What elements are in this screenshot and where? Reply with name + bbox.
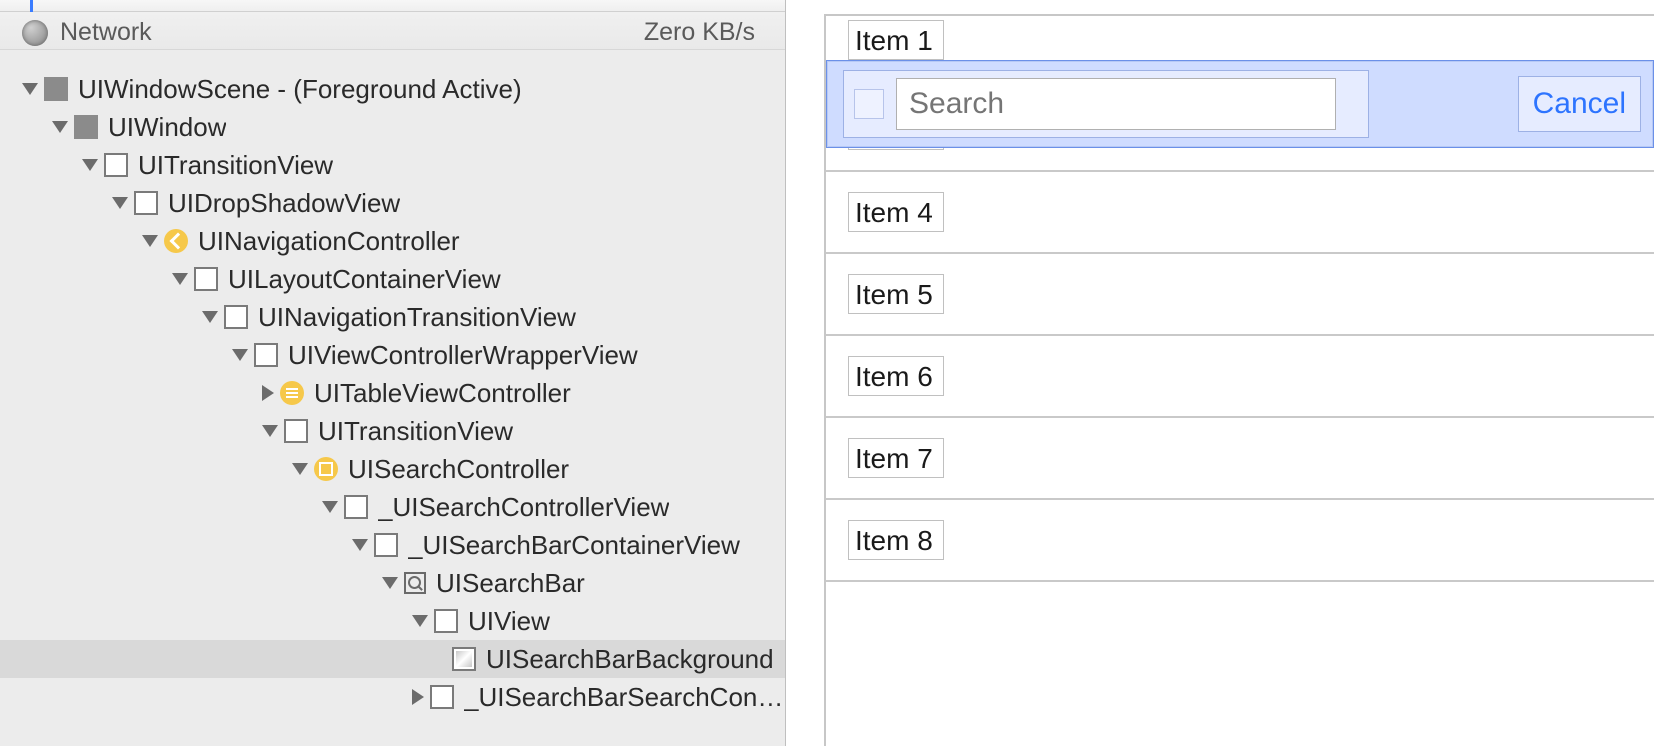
- view-icon: [284, 419, 308, 443]
- cancel-label: Cancel: [1533, 87, 1626, 121]
- disclosure-icon[interactable]: [262, 385, 274, 401]
- disclosure-icon[interactable]: [142, 235, 158, 247]
- tree-row-label: UITransitionView: [318, 416, 513, 447]
- disclosure-icon[interactable]: [82, 159, 98, 171]
- tree-row[interactable]: UITransitionView: [0, 412, 785, 450]
- view-icon: [254, 343, 278, 367]
- table-controller-icon: [280, 381, 304, 405]
- tree-row[interactable]: UIDropShadowView: [0, 184, 785, 222]
- table-row[interactable]: Item 1: [826, 16, 1654, 60]
- view-icon: [134, 191, 158, 215]
- tree-row[interactable]: UILayoutContainerView: [0, 260, 785, 298]
- disclosure-icon[interactable]: [352, 539, 368, 551]
- disclosure-icon[interactable]: [322, 501, 338, 513]
- disclosure-icon[interactable]: [172, 273, 188, 285]
- globe-icon: [22, 20, 48, 46]
- disclosure-icon[interactable]: [22, 83, 38, 95]
- tree-row[interactable]: _UISearchControllerView: [0, 488, 785, 526]
- tree-row[interactable]: _UISearchBarContainerView: [0, 526, 785, 564]
- disclosure-icon[interactable]: [292, 463, 308, 475]
- view-icon: [344, 495, 368, 519]
- tree-row-label: UIDropShadowView: [168, 188, 400, 219]
- tree-row[interactable]: UISearchBarBackground: [0, 640, 785, 678]
- cell-label: Item 6: [848, 356, 944, 396]
- tree-row[interactable]: UITableViewController: [0, 374, 785, 412]
- table-row[interactable]: Item 4: [826, 172, 1654, 254]
- tree-row-label: _UISearchBarContainerView: [408, 530, 740, 561]
- tree-row-label: UISearchBar: [436, 568, 585, 599]
- device-frame: Item 1 Cancel Item 3Item 4Item 5Item 6It…: [824, 14, 1654, 746]
- table-row[interactable]: Item 7: [826, 418, 1654, 500]
- view-solid-icon: [74, 115, 98, 139]
- nav-controller-icon: [164, 229, 188, 253]
- network-label: Network: [60, 18, 152, 47]
- disclosure-icon[interactable]: [262, 425, 278, 437]
- disclosure-icon[interactable]: [382, 577, 398, 589]
- tree-row[interactable]: UIWindowScene - (Foreground Active): [0, 70, 785, 108]
- tree-row[interactable]: UINavigationTransitionView: [0, 298, 785, 336]
- search-field-container: [843, 70, 1369, 138]
- debug-gauges-bar: [0, 0, 785, 12]
- cpu-tick-icon: [30, 0, 33, 12]
- tree-row[interactable]: UINavigationController: [0, 222, 785, 260]
- search-controller-icon: [314, 457, 338, 481]
- cell-label: Item 8: [848, 520, 944, 560]
- disclosure-icon[interactable]: [52, 121, 68, 133]
- disclosure-icon[interactable]: [412, 615, 428, 627]
- search-bar-icon: [404, 572, 426, 594]
- tree-row-label: UITableViewController: [314, 378, 571, 409]
- tree-row[interactable]: UISearchBar: [0, 564, 785, 602]
- cell-label: Item 7: [848, 438, 944, 478]
- disclosure-icon[interactable]: [412, 689, 424, 705]
- tree-row-label: UIWindowScene - (Foreground Active): [78, 74, 522, 105]
- cell-label: Item 1: [848, 20, 944, 60]
- image-view-icon: [452, 647, 476, 671]
- tree-row-label: UIView: [468, 606, 550, 637]
- view-hierarchy-tree[interactable]: UIWindowScene - (Foreground Active) UIWin…: [0, 50, 785, 716]
- tree-row[interactable]: UIWindow: [0, 108, 785, 146]
- debug-sidebar: Network Zero KB/s UIWindowScene - (Foreg…: [0, 0, 786, 746]
- disclosure-icon[interactable]: [112, 197, 128, 209]
- search-bar-overlay: Cancel: [826, 60, 1654, 148]
- view-icon: [104, 153, 128, 177]
- table-view[interactable]: Item 1 Cancel Item 3Item 4Item 5Item 6It…: [826, 16, 1654, 746]
- table-row[interactable]: Item 6: [826, 336, 1654, 418]
- table-row[interactable]: Item 5: [826, 254, 1654, 336]
- tree-row[interactable]: UIViewControllerWrapperView: [0, 336, 785, 374]
- tree-row[interactable]: UITransitionView: [0, 146, 785, 184]
- simulator-panel: Item 1 Cancel Item 3Item 4Item 5Item 6It…: [786, 0, 1654, 746]
- view-solid-icon: [44, 77, 68, 101]
- tree-row[interactable]: _UISearchBarSearchConta...: [0, 678, 785, 716]
- tree-row[interactable]: UISearchController: [0, 450, 785, 488]
- tree-row-label: UIViewControllerWrapperView: [288, 340, 638, 371]
- tree-row-label: UINavigationController: [198, 226, 460, 257]
- magnifying-glass-icon: [854, 89, 884, 119]
- tree-row-label: _UISearchControllerView: [378, 492, 669, 523]
- view-icon: [194, 267, 218, 291]
- tree-row-label: UIWindow: [108, 112, 226, 143]
- tree-row[interactable]: UIView: [0, 602, 785, 640]
- tree-row-label: _UISearchBarSearchConta...: [464, 682, 785, 713]
- search-input[interactable]: [896, 78, 1336, 130]
- network-rate: Zero KB/s: [644, 18, 755, 47]
- tree-row-label: UITransitionView: [138, 150, 333, 181]
- cell-label: Item 4: [848, 192, 944, 232]
- table-row[interactable]: Item 8: [826, 500, 1654, 582]
- tree-row-label: UINavigationTransitionView: [258, 302, 576, 333]
- network-row[interactable]: Network Zero KB/s: [0, 12, 785, 50]
- disclosure-icon[interactable]: [202, 311, 218, 323]
- tree-row-label: UISearchController: [348, 454, 569, 485]
- cancel-button[interactable]: Cancel: [1518, 76, 1641, 132]
- cell-label: Item 5: [848, 274, 944, 314]
- view-icon: [434, 609, 458, 633]
- view-icon: [374, 533, 398, 557]
- view-icon: [430, 685, 454, 709]
- tree-row-label: UILayoutContainerView: [228, 264, 501, 295]
- disclosure-icon[interactable]: [232, 349, 248, 361]
- view-icon: [224, 305, 248, 329]
- tree-row-label: UISearchBarBackground: [486, 644, 774, 675]
